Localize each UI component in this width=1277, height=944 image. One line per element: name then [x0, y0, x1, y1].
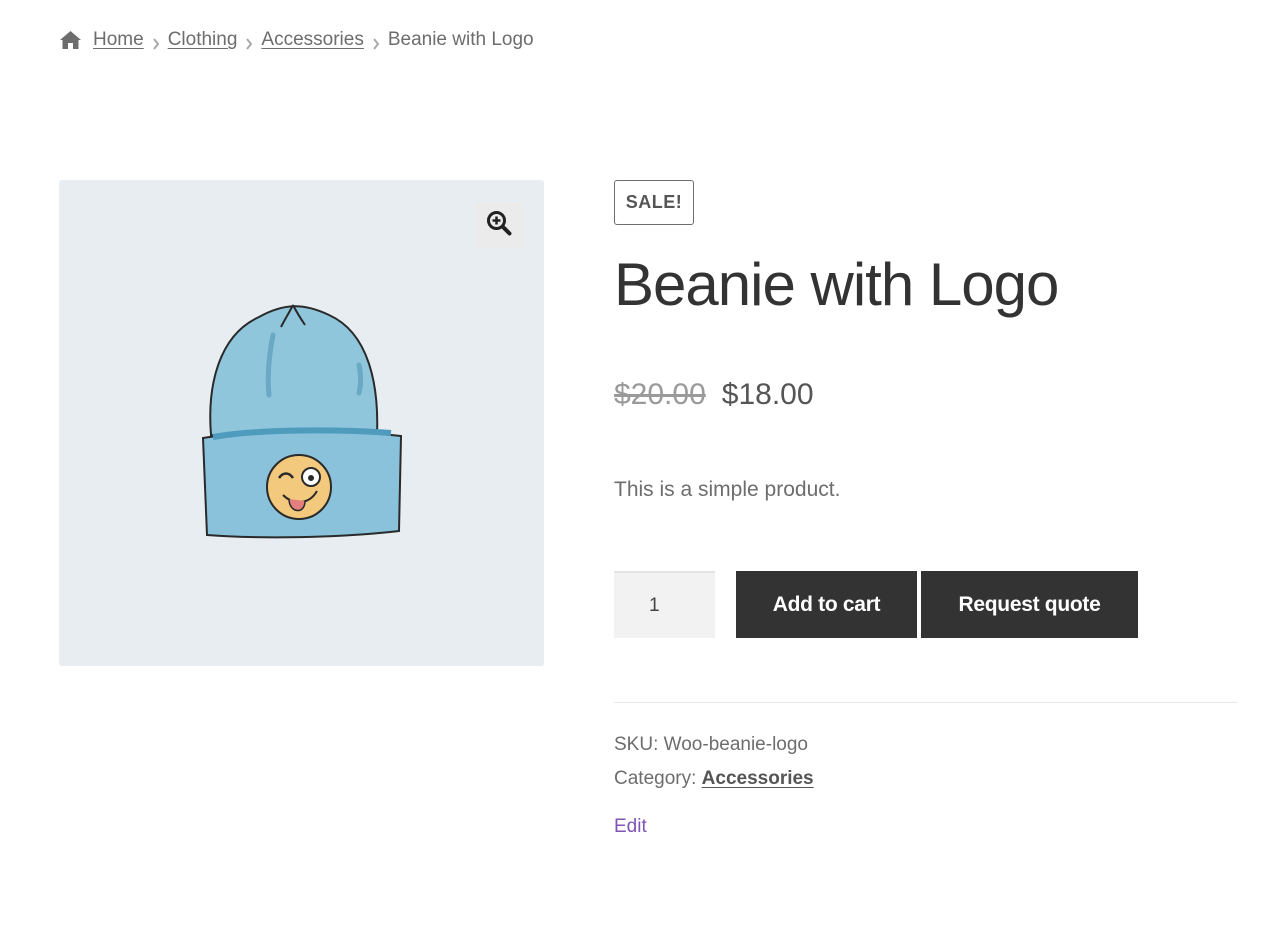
sku-value: Woo-beanie-logo	[663, 734, 808, 755]
category-label: Category:	[614, 768, 697, 789]
zoom-in-icon	[486, 210, 512, 241]
chevron-right-icon	[245, 34, 253, 50]
short-description: This is a simple product.	[614, 478, 841, 501]
product-image-gallery[interactable]	[59, 180, 544, 666]
request-quote-button[interactable]: Request quote	[921, 571, 1138, 638]
divider	[614, 702, 1238, 703]
original-price: $20.00	[614, 378, 706, 411]
zoom-button[interactable]	[475, 202, 523, 248]
product-meta: SKU: Woo-beanie-logo Category: Accessori…	[614, 728, 814, 796]
breadcrumb-current: Beanie with Logo	[387, 29, 534, 50]
category-link[interactable]: Accessories	[702, 768, 814, 789]
category-row: Category: Accessories	[614, 762, 814, 796]
sku-row: SKU: Woo-beanie-logo	[614, 728, 814, 762]
beanie-product-image	[189, 295, 409, 555]
product-price: $20.00 $18.00	[614, 378, 814, 412]
home-icon	[59, 30, 82, 50]
breadcrumb-home-link[interactable]: Home	[93, 29, 144, 51]
chevron-right-icon	[372, 34, 380, 50]
edit-link[interactable]: Edit	[614, 816, 647, 838]
breadcrumb-clothing-link[interactable]: Clothing	[168, 29, 238, 51]
sale-badge: SALE!	[614, 180, 694, 225]
add-to-cart-form: Add to cart Request quote	[614, 571, 1238, 638]
product-title: Beanie with Logo	[614, 251, 1059, 318]
quantity-input[interactable]	[614, 571, 715, 638]
product-page: Home Clothing Accessories Beanie with Lo…	[0, 0, 1277, 944]
sku-label: SKU:	[614, 734, 659, 755]
chevron-right-icon	[152, 34, 160, 50]
add-to-cart-button[interactable]: Add to cart	[736, 571, 917, 638]
sale-price: $18.00	[721, 378, 814, 411]
breadcrumb: Home Clothing Accessories Beanie with Lo…	[59, 27, 534, 53]
breadcrumb-accessories-link[interactable]: Accessories	[261, 29, 363, 51]
